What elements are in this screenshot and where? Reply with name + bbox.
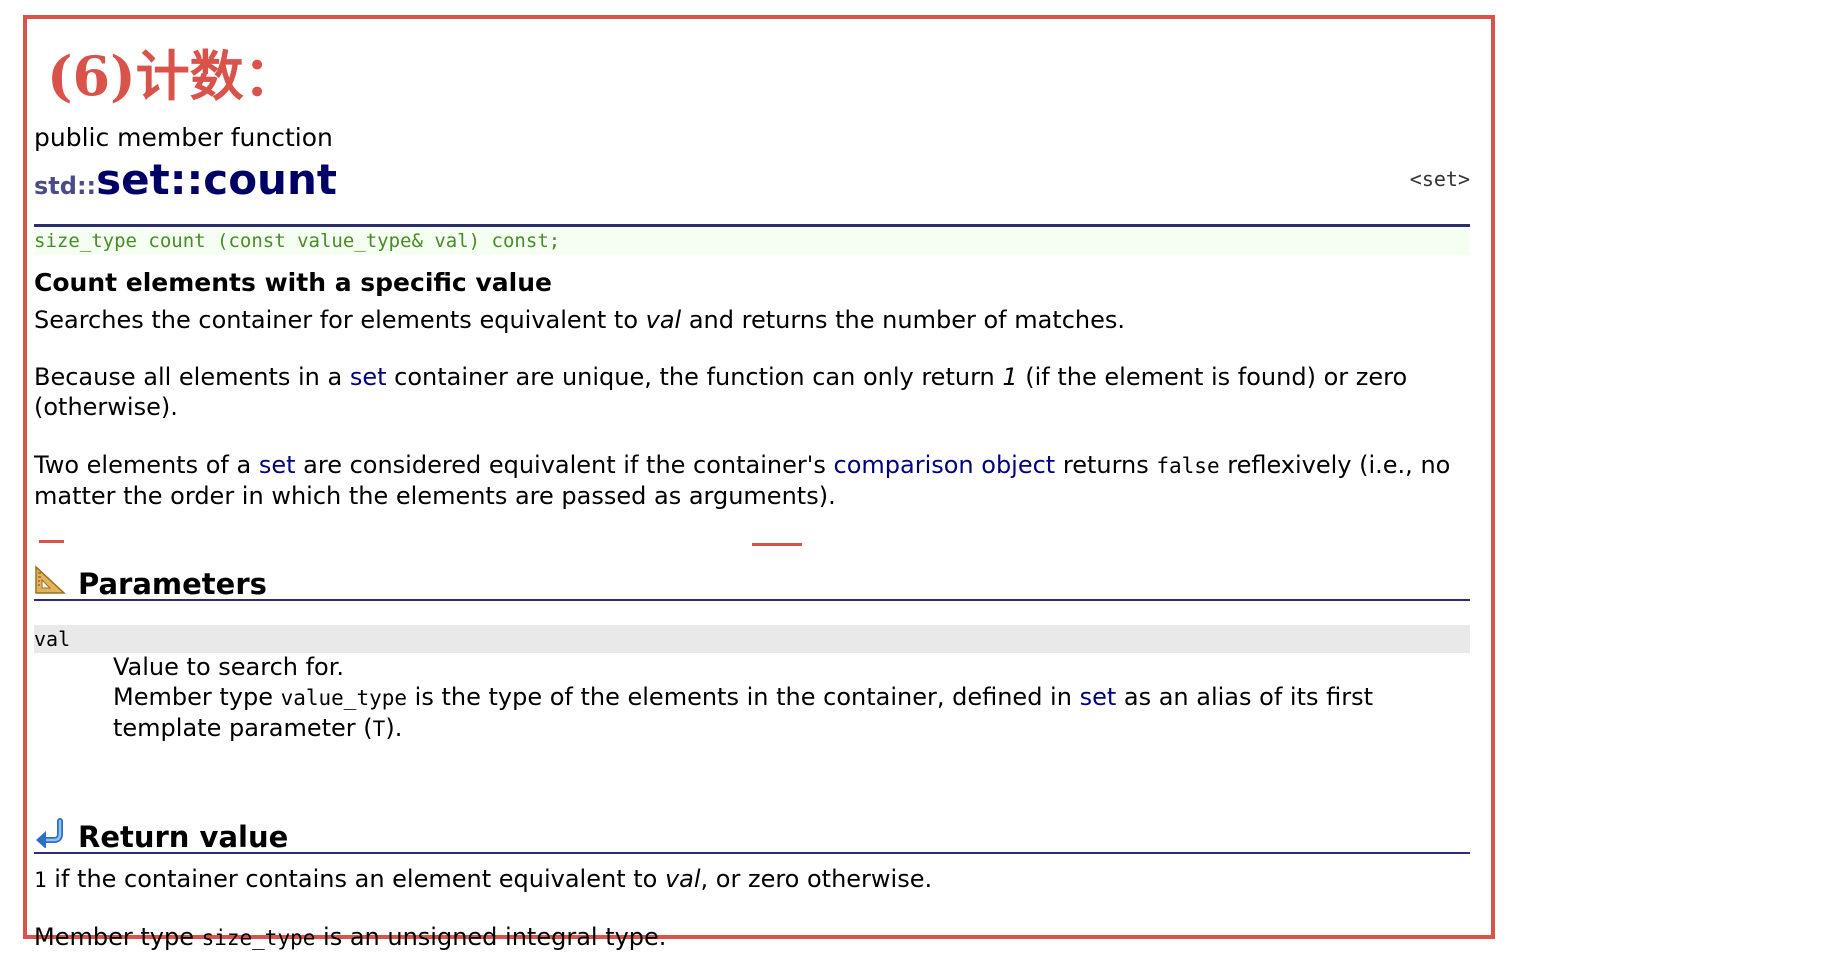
set-link[interactable]: set (350, 363, 387, 391)
function-name: std::set::count (34, 159, 337, 201)
comparison-object-link[interactable]: comparison object (834, 451, 1056, 479)
return-line-2: Member type size_type is an unsigned int… (34, 923, 666, 951)
annotation-underline (39, 540, 64, 543)
param-name: val (34, 625, 1470, 653)
one-code: 1 (34, 868, 47, 892)
return-arrow-icon (34, 818, 66, 855)
size-type-code: size_type (201, 926, 316, 950)
prototype-text: size_type count (const value_type& val) … (34, 230, 561, 252)
p1-text-b: and returns the number of matches. (681, 306, 1126, 334)
p2-text-b: container are unique, the function can o… (386, 363, 1003, 391)
parameters-title: Parameters (78, 566, 267, 601)
section-rule (34, 599, 1470, 601)
member-kind: public member function (34, 123, 333, 152)
value-type-code: value_type (280, 686, 408, 710)
pd2-text-a: Member type (113, 683, 281, 711)
annotation-frame: (6)计数： public member function std::set::… (23, 15, 1495, 951)
set-link[interactable]: set (259, 451, 296, 479)
pd2-text-b: is the type of the elements in the conta… (407, 683, 1080, 711)
parameters-heading: Parameters (34, 565, 267, 602)
ret1-text-b: , or zero otherwise. (700, 865, 933, 893)
pd2-text-d: ). (385, 714, 403, 742)
description-paragraph-1: Searches the container for elements equi… (34, 305, 1454, 335)
return-value-heading: Return value (34, 818, 288, 855)
annotation-title: (6)计数： (47, 44, 298, 108)
return-value-title: Return value (78, 819, 289, 854)
function-title: set::count (96, 155, 337, 204)
p2-one: 1 (1002, 363, 1018, 391)
namespace-prefix: std:: (34, 172, 97, 200)
annotation-underline (752, 543, 802, 546)
false-code: false (1156, 454, 1220, 478)
description-paragraph-3: Two elements of a set are considered equ… (34, 450, 1454, 511)
ret2-text-b: is an unsigned integral type. (315, 923, 667, 951)
header-tag[interactable]: <set> (1410, 167, 1470, 191)
t-code: T (372, 717, 386, 741)
ret1-text-a: if the container contains an element equ… (46, 865, 665, 893)
p1-val: val (645, 306, 682, 334)
prototype: size_type count (const value_type& val) … (34, 227, 1470, 255)
p3-text-b: are considered equivalent if the contain… (295, 451, 834, 479)
description-paragraph-2: Because all elements in a set container … (34, 362, 1454, 422)
p2-text-a: Because all elements in a (34, 363, 350, 391)
p3-text-a: Two elements of a (34, 451, 259, 479)
param-desc-1: Value to search for. (113, 653, 345, 681)
set-link[interactable]: set (1080, 683, 1117, 711)
ruler-icon (34, 565, 66, 602)
ret1-val: val (664, 865, 701, 893)
section-rule (34, 852, 1470, 854)
ret2-text-a: Member type (34, 923, 202, 951)
p3-text-c: returns (1055, 451, 1157, 479)
summary-heading: Count elements with a specific value (34, 268, 552, 297)
p1-text-a: Searches the container for elements equi… (34, 306, 646, 334)
return-line-1: 1 if the container contains an element e… (34, 865, 932, 893)
param-desc-2: Member type value_type is the type of th… (113, 682, 1473, 744)
